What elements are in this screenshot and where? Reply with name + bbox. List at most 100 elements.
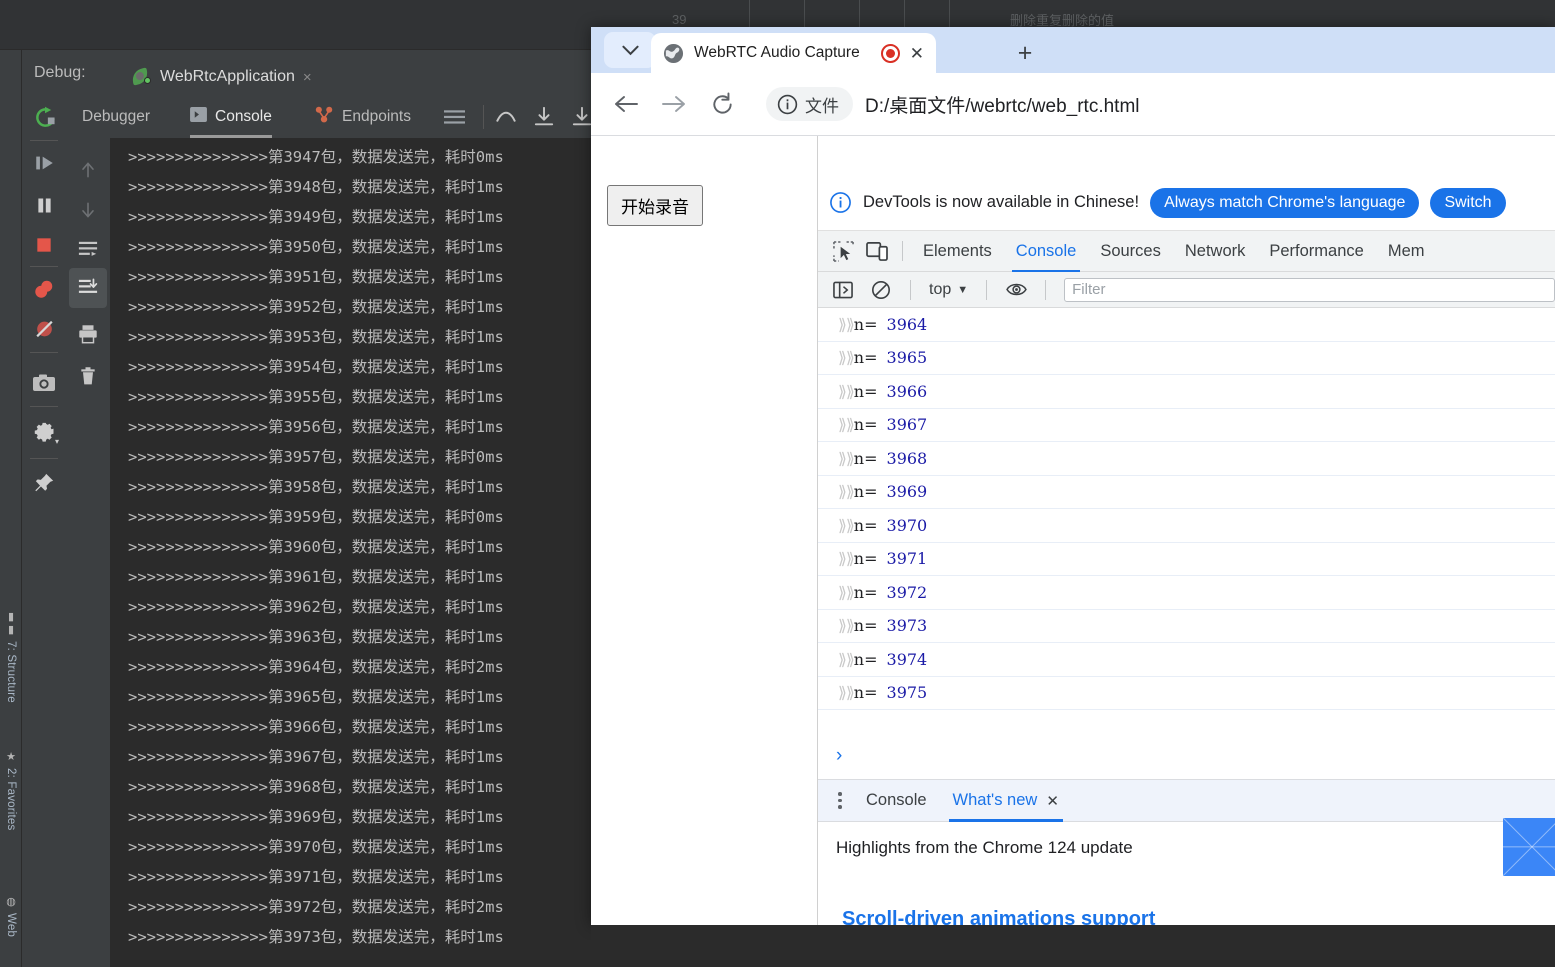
endpoints-icon (315, 106, 334, 128)
debug-session-tab[interactable]: WebRtcApplication × (122, 60, 322, 94)
sidebar-item-favorites[interactable]: ★ 2: Favorites (0, 750, 22, 870)
console-entry-value: 3971 (886, 549, 928, 569)
soft-wrap-icon[interactable] (66, 230, 110, 270)
screenshot-icon[interactable] (22, 362, 66, 404)
print-icon[interactable] (66, 314, 110, 354)
tab-performance-label: Performance (1269, 241, 1364, 260)
tab-endpoints[interactable]: Endpoints (315, 96, 411, 138)
console-log-entry[interactable]: ⟫⟫ n= 3973 (818, 610, 1555, 643)
tab-console[interactable]: Console (190, 96, 272, 138)
devtools-panel: DevTools is now available in Chinese! Al… (818, 136, 1555, 925)
console-log-entry[interactable]: ⟫⟫ n= 3970 (818, 509, 1555, 543)
always-match-language-button[interactable]: Always match Chrome's language (1150, 187, 1420, 218)
scroll-to-end-icon[interactable] (69, 268, 107, 308)
open-stream-icon[interactable] (495, 96, 517, 138)
console-entry-arrows: ⟫⟫ (838, 381, 855, 401)
console-entry-arrows: ⟫⟫ (838, 415, 855, 435)
tab-sources[interactable]: Sources (1088, 231, 1173, 272)
console-entry-arrows: ⟫⟫ (838, 348, 855, 368)
console-entry-key: n= (853, 515, 878, 535)
settings-icon[interactable]: ▾ (22, 412, 66, 454)
live-expression-icon[interactable] (999, 273, 1033, 307)
console-entry-key: n= (853, 381, 878, 401)
sidebar-item-web[interactable]: ◍ Web (0, 895, 22, 967)
console-entry-arrows: ⟫⟫ (838, 482, 855, 502)
console-entry-value: 3969 (886, 482, 928, 502)
tab-console[interactable]: Console (1004, 231, 1089, 272)
pin-tab-icon[interactable] (22, 462, 66, 504)
switch-language-button[interactable]: Switch (1430, 187, 1506, 218)
tab-elements[interactable]: Elements (911, 231, 1004, 272)
whats-new-thumbnail (1503, 818, 1555, 876)
tab-debugger[interactable]: Debugger (82, 96, 150, 138)
console-entry-key: n= (853, 415, 878, 435)
devtools-console-output[interactable]: ⟫⟫ n= 3964 ⟫⟫ n= 3965 ⟫⟫ n= 3966 ⟫⟫ n= 3967 ⟫⟫ n= 3968… (818, 308, 1555, 733)
browser-tab-title: WebRTC Audio Capture (694, 44, 860, 61)
more-options-icon[interactable] (828, 792, 852, 809)
tab-memory[interactable]: Mem (1376, 231, 1437, 272)
console-log-entry[interactable]: ⟫⟫ n= 3972 (818, 576, 1555, 610)
console-entry-arrows: ⟫⟫ (838, 683, 855, 703)
tab-network[interactable]: Network (1173, 231, 1258, 272)
console-log-entry[interactable]: ⟫⟫ n= 3969 (818, 476, 1555, 509)
console-sidebar-icon[interactable] (826, 273, 860, 307)
download-all-icon[interactable] (571, 96, 593, 138)
page-viewport: 开始录音 DevTools is now available in Chines… (591, 135, 1555, 925)
console-entry-value: 3970 (886, 515, 928, 535)
device-toolbar-icon[interactable] (860, 234, 894, 268)
clear-console-icon[interactable] (864, 273, 898, 307)
drawer-tab-whats-new[interactable]: What's new ✕ (941, 780, 1071, 822)
console-prompt[interactable]: › (818, 733, 1555, 779)
drawer-tab-console[interactable]: Console (854, 780, 939, 822)
download-icon[interactable] (533, 96, 555, 138)
console-options-icon[interactable] (444, 96, 465, 138)
view-breakpoints-icon[interactable] (22, 268, 66, 310)
tab-search-button[interactable] (604, 32, 656, 68)
drawer-tab-whats-new-label: What's new (952, 791, 1038, 809)
drawer-tabbar: Console What's new ✕ (818, 780, 1555, 822)
console-log-entry[interactable]: ⟫⟫ n= 3971 (818, 543, 1555, 576)
scroll-up-icon[interactable] (66, 150, 110, 190)
console-log-entry[interactable]: ⟫⟫ n= 3975 (818, 677, 1555, 710)
console-log-entry[interactable]: ⟫⟫ n= 3968 (818, 442, 1555, 476)
console-entry-arrows: ⟫⟫ (838, 448, 855, 468)
close-tab-icon[interactable]: ✕ (910, 45, 924, 62)
close-icon[interactable]: ✕ (1046, 792, 1059, 810)
tab-performance[interactable]: Performance (1257, 231, 1375, 272)
console-log-entry[interactable]: ⟫⟫ n= 3966 (818, 375, 1555, 409)
site-info-chip[interactable]: 文件 (766, 87, 853, 121)
clear-all-icon[interactable] (66, 356, 110, 396)
console-log-entry[interactable]: ⟫⟫ n= 3965 (818, 342, 1555, 375)
new-tab-button[interactable]: + (1009, 37, 1041, 69)
sidebar-item-structure[interactable]: ▮▮ 7: Structure (0, 610, 22, 730)
sidebar-item-structure-label: 7: Structure (5, 641, 17, 704)
browser-tab[interactable]: WebRTC Audio Capture ✕ (651, 33, 936, 73)
reload-button[interactable] (701, 83, 743, 125)
console-entry-arrows: ⟫⟫ (838, 616, 855, 636)
start-recording-button[interactable]: 开始录音 (607, 185, 703, 226)
close-icon[interactable]: × (303, 69, 312, 86)
sidebar-item-favorites-label: 2: Favorites (5, 768, 17, 831)
whats-new-article-title[interactable]: Scroll-driven animations support (818, 858, 1555, 925)
console-action-toolbar (66, 138, 110, 967)
star-icon: ★ (4, 750, 17, 764)
console-log-entry[interactable]: ⟫⟫ n= 3967 (818, 409, 1555, 442)
pause-program-icon[interactable] (22, 184, 66, 226)
mute-breakpoints-icon[interactable] (22, 308, 66, 350)
execution-context-selector[interactable]: top ▼ (923, 281, 974, 299)
console-filter-input[interactable]: Filter (1064, 277, 1555, 302)
rerun-icon[interactable] (22, 96, 66, 138)
address-bar[interactable]: 文件 D:/桌面文件/webrtc/web_rtc.html (766, 83, 1555, 125)
forward-button[interactable] (653, 83, 695, 125)
console-entry-arrows: ⟫⟫ (838, 549, 855, 569)
console-entry-arrows: ⟫⟫ (838, 314, 855, 334)
scroll-down-icon[interactable] (66, 190, 110, 230)
resume-program-icon[interactable] (22, 142, 66, 184)
console-entry-key: n= (853, 649, 878, 669)
stop-icon[interactable] (22, 224, 66, 266)
console-entry-key: n= (853, 448, 878, 468)
console-log-entry[interactable]: ⟫⟫ n= 3974 (818, 643, 1555, 677)
back-button[interactable] (605, 83, 647, 125)
inspect-element-icon[interactable] (826, 234, 860, 268)
console-log-entry[interactable]: ⟫⟫ n= 3964 (818, 308, 1555, 342)
